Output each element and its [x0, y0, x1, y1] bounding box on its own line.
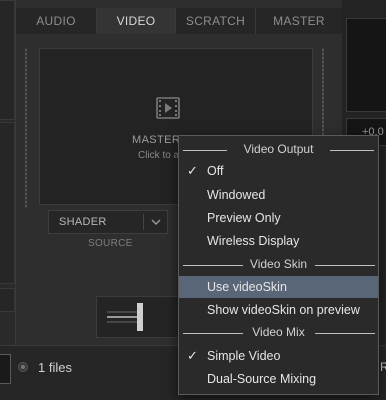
preview-title: MASTER [132, 134, 181, 146]
tab-scratch[interactable]: SCRATCH [176, 8, 256, 34]
dotted-divider [25, 48, 27, 208]
left-deck-segment [0, 288, 15, 312]
left-deck-segment [0, 0, 15, 120]
left-deck-segment [0, 122, 15, 284]
preview-hint: Click to a [138, 150, 180, 161]
menu-section-header: Video Mix [179, 325, 378, 341]
left-status-box [0, 354, 11, 384]
crossfader-slider[interactable] [97, 297, 181, 337]
check-icon: ✓ [187, 348, 198, 363]
file-count: 1 files [38, 360, 72, 375]
menu-item-label: Show videoSkin on preview [207, 303, 360, 317]
menu-item-windowed[interactable]: Windowed [179, 184, 378, 206]
menu-section-header: Video Skin [179, 257, 378, 273]
menu-section-header: Video Output [179, 142, 378, 158]
menu-item-simple-video[interactable]: ✓ Simple Video [179, 345, 378, 367]
menu-item-label: Simple Video [207, 349, 281, 363]
tab-master[interactable]: MASTER [256, 8, 342, 34]
source-caption: SOURCE [88, 238, 133, 249]
menu-item-off[interactable]: ✓ Off [179, 160, 378, 182]
right-status-letter: R [380, 360, 386, 374]
video-film-icon [156, 97, 180, 119]
menu-item-label: Preview Only [207, 211, 281, 225]
menu-item-label: Windowed [207, 188, 266, 202]
menu-item-label: Use videoSkin [207, 280, 287, 294]
menu-item-use-videoskin[interactable]: Use videoSkin [179, 276, 378, 298]
section-video-skin: Video Skin [249, 257, 308, 271]
menu-item-dual-source-mixing[interactable]: Dual-Source Mixing [179, 368, 378, 390]
menu-item-wireless-display[interactable]: Wireless Display [179, 230, 378, 252]
shader-dropdown[interactable]: SHADER [48, 210, 168, 234]
menu-item-preview-only[interactable]: Preview Only [179, 207, 378, 229]
check-icon: ✓ [187, 163, 198, 178]
menu-item-label: Dual-Source Mixing [207, 372, 317, 386]
menu-item-show-videoskin-preview[interactable]: Show videoSkin on preview [179, 299, 378, 321]
radio-indicator[interactable] [18, 362, 28, 372]
dropdown-separator [143, 214, 144, 230]
tab-video[interactable]: VIDEO [97, 8, 176, 34]
shader-value: SHADER [59, 216, 107, 228]
menu-item-label: Wireless Display [207, 234, 300, 248]
video-context-menu: Video Output ✓ Off Windowed Preview Only… [178, 135, 379, 395]
chevron-down-icon [151, 219, 161, 225]
crossfader-box[interactable] [96, 296, 182, 338]
section-video-mix: Video Mix [252, 325, 305, 339]
left-deck-column [0, 0, 16, 399]
section-video-output: Video Output [243, 142, 314, 156]
right-deck-display [346, 18, 386, 112]
tab-audio[interactable]: AUDIO [16, 8, 97, 34]
menu-item-label: Off [207, 164, 224, 178]
